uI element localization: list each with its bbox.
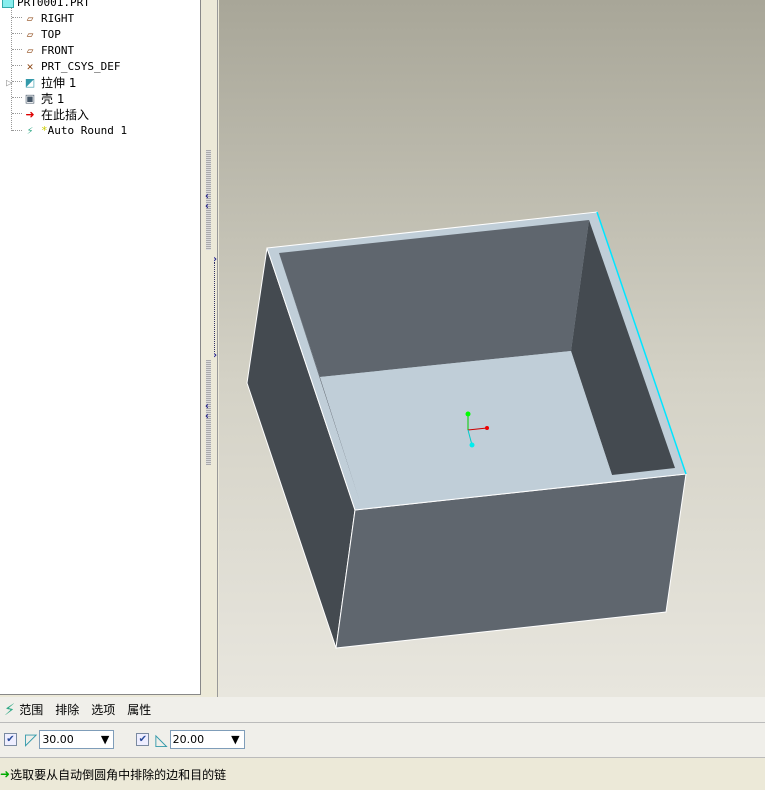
part-icon [2, 0, 14, 8]
convex-radius-combo[interactable]: 30.00 ▼ [39, 729, 115, 749]
model-box[interactable] [219, 0, 765, 697]
auto-round-icon: ⚡ [26, 123, 34, 137]
tree-root[interactable]: PRT0001.PRT [2, 0, 90, 10]
graphics-viewport[interactable] [219, 0, 765, 697]
tab-scope[interactable]: 范围 [19, 701, 43, 718]
prompt-arrow-icon: ➜ [0, 767, 11, 781]
tree-item-right[interactable]: ▱ RIGHT [22, 10, 74, 26]
insert-here-arrow-icon: ➜ [25, 107, 35, 121]
auto-round-icon: ⚡ [4, 700, 16, 719]
tree-item-shell[interactable]: ▣ 壳 1 [22, 90, 65, 106]
extrude-icon: ◩ [24, 75, 36, 89]
panel-splitter[interactable]: ‹ ‹ › › ‹ ‹ [201, 0, 218, 697]
concave-checkbox[interactable]: ✔ [136, 732, 150, 746]
datum-plane-icon: ▱ [26, 27, 34, 41]
tab-properties[interactable]: 属性 [127, 701, 151, 718]
status-message: 选取要从自动倒圆角中排除的边和目的链 [10, 767, 227, 782]
convex-edge-icon: ◸ [25, 729, 38, 749]
concave-radius-combo[interactable]: 20.00 ▼ [169, 729, 245, 749]
datum-plane-icon: ▱ [26, 11, 34, 25]
tree-item-front[interactable]: ▱ FRONT [22, 42, 74, 58]
tree-item-top[interactable]: ▱ TOP [22, 26, 61, 42]
message-area: ➜ 选取要从自动倒圆角中排除的边和目的链 [0, 757, 765, 790]
tree-item-extrude[interactable]: ◩ 拉伸 1 [22, 74, 77, 90]
tree-item-insert-here[interactable]: ➜ 在此插入 [22, 106, 89, 122]
model-tree: PRT0001.PRT ▱ RIGHT ▱ TOP ▱ FRONT ✕ PRT_CSYS… [0, 0, 201, 695]
shell-icon: ▣ [24, 91, 36, 105]
datum-plane-icon: ▱ [26, 43, 34, 57]
convex-checkbox[interactable]: ✔ [4, 732, 17, 746]
dropdown-arrow-icon: ▼ [231, 732, 240, 746]
tree-item-auto-round[interactable]: ⚡ * Auto Round 1 [22, 122, 127, 138]
auto-round-dashboard: ⚡ 范围 排除 选项 属性 ✔ ◸ 30.00 ▼ ✔ ◺ 20.00 ▼ ➜ 选取… [0, 697, 765, 790]
dropdown-arrow-icon: ▼ [100, 732, 110, 746]
expand-toggle[interactable]: ▷ [6, 74, 13, 90]
tree-item-csys[interactable]: ✕ PRT_CSYS_DEF [22, 58, 121, 74]
csys-icon: ✕ [26, 59, 34, 73]
floor-face [320, 351, 612, 502]
concave-edge-icon: ◺ [155, 729, 168, 749]
tab-options[interactable]: 选项 [91, 701, 115, 718]
tab-exclude[interactable]: 排除 [55, 701, 79, 718]
